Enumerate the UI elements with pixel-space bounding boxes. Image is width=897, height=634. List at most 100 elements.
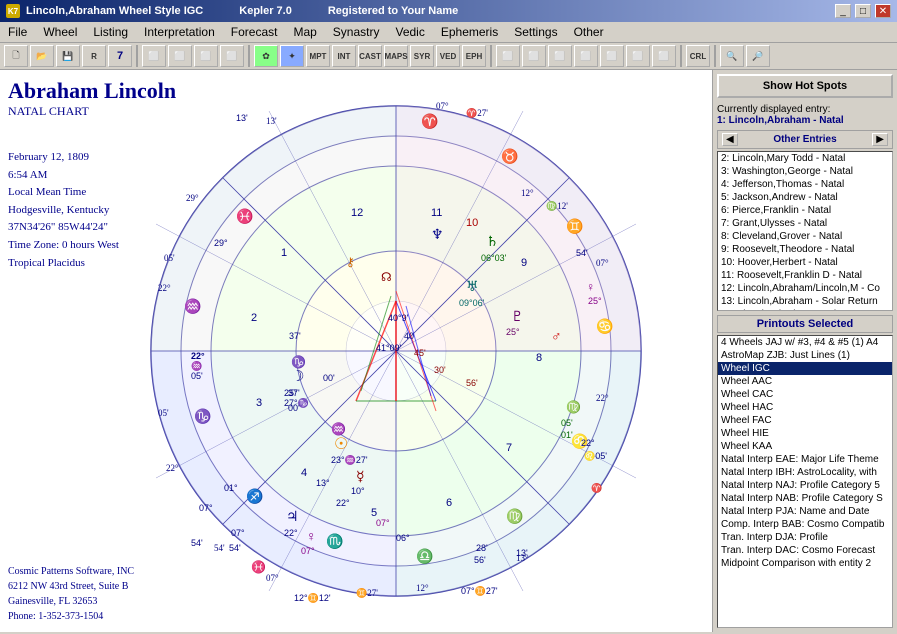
toolbar-comp[interactable]: R (82, 45, 106, 67)
toolbar-new[interactable]: 🗋 (4, 45, 28, 67)
toolbar-save[interactable]: 💾 (56, 45, 80, 67)
menu-map[interactable]: Map (289, 24, 320, 40)
svg-text:05': 05' (191, 371, 203, 381)
svg-text:6: 6 (446, 497, 452, 509)
printout-item[interactable]: Natal Interp NAB: Profile Category S (718, 492, 892, 505)
other-entries-header: ◀ Other Entries ▶ (717, 130, 893, 149)
toolbar-crl[interactable]: CRL (686, 45, 710, 67)
svg-text:11: 11 (431, 207, 442, 219)
chart-footer: Cosmic Patterns Software, INC 6212 NW 43… (8, 564, 134, 624)
minimize-button[interactable]: _ (835, 4, 851, 18)
menu-file[interactable]: File (4, 24, 31, 40)
toolbar-extra3[interactable]: ⬜ (548, 45, 572, 67)
entry-item[interactable]: 7: Grant,Ulysses - Natal (718, 217, 892, 230)
svg-text:07°: 07° (231, 528, 245, 538)
entry-item[interactable]: 8: Cleveland,Grover - Natal (718, 230, 892, 243)
toolbar-syr[interactable]: SYR (410, 45, 434, 67)
svg-text:12°: 12° (521, 188, 534, 198)
svg-text:37': 37' (288, 388, 300, 398)
maximize-button[interactable]: □ (855, 4, 871, 18)
toolbar-eph[interactable]: EPH (462, 45, 486, 67)
svg-text:22°: 22° (336, 498, 350, 508)
svg-text:♃: ♃ (286, 510, 299, 525)
printout-item[interactable]: Comp. Interp BAB: Cosmo Compatib (718, 518, 892, 531)
natal-wheel: ♈ ♉ ♊ ♋ ♌ ♍ ♎ ♏ ♐ ♑ ♒ (136, 91, 656, 611)
entry-item[interactable]: 9: Roosevelt,Theodore - Natal (718, 243, 892, 256)
entry-item[interactable]: 3: Washington,George - Natal (718, 165, 892, 178)
menu-ephemeris[interactable]: Ephemeris (437, 24, 502, 40)
toolbar-7[interactable]: 7 (108, 45, 132, 67)
toolbar-extra2[interactable]: ⬜ (522, 45, 546, 67)
entry-item[interactable]: 2: Lincoln,Mary Todd - Natal (718, 152, 892, 165)
entries-list[interactable]: 2: Lincoln,Mary Todd - Natal3: Washingto… (717, 151, 893, 311)
toolbar-open[interactable]: 📂 (30, 45, 54, 67)
printout-item[interactable]: Wheel HIE (718, 427, 892, 440)
printouts-list[interactable]: 4 Wheels JAJ w/ #3, #4 & #5 (1) A4AstroM… (717, 335, 893, 628)
menu-other[interactable]: Other (570, 24, 608, 40)
toolbar-maps[interactable]: MAPS (384, 45, 408, 67)
printout-item[interactable]: Wheel IGC (718, 362, 892, 375)
toolbar-extra1[interactable]: ⬜ (496, 45, 520, 67)
svg-text:♀: ♀ (306, 530, 317, 545)
menu-vedic[interactable]: Vedic (391, 24, 428, 40)
toolbar-extra7[interactable]: ⬜ (652, 45, 676, 67)
printout-item[interactable]: Wheel AAC (718, 375, 892, 388)
printout-item[interactable]: Wheel CAC (718, 388, 892, 401)
entry-item[interactable]: 13: Lincoln,Abraham - Solar Return (718, 295, 892, 308)
printout-item[interactable]: Midpoint Comparison with entity 2 (718, 557, 892, 570)
printout-item[interactable]: Natal Interp EAE: Major Life Theme (718, 453, 892, 466)
printout-item[interactable]: Natal Interp NAJ: Profile Category 5 (718, 479, 892, 492)
close-button[interactable]: ✕ (875, 4, 891, 18)
chart-time: 6:54 AM (8, 167, 176, 185)
svg-text:♈27': ♈27' (466, 107, 488, 118)
entry-item[interactable]: 12: Lincoln,Abraham/Lincoln,M - Co (718, 282, 892, 295)
entry-item[interactable]: 4: Jefferson,Thomas - Natal (718, 178, 892, 191)
toolbar-chart2[interactable]: ⬜ (168, 45, 192, 67)
printout-item[interactable]: Wheel HAC (718, 401, 892, 414)
hot-spots-button[interactable]: Show Hot Spots (717, 74, 893, 98)
title-bar: K7 Lincoln,Abraham Wheel Style IGC Keple… (0, 0, 897, 22)
toolbar-aspects[interactable]: ✦ (280, 45, 304, 67)
printout-item[interactable]: Wheel KAA (718, 440, 892, 453)
entry-item[interactable]: 11: Roosevelt,Franklin D - Natal (718, 269, 892, 282)
menu-listing[interactable]: Listing (89, 24, 132, 40)
printout-item[interactable]: Tran. Interp DJA: Profile (718, 531, 892, 544)
company-name: Cosmic Patterns Software, INC (8, 564, 134, 579)
toolbar-sep4 (680, 45, 682, 67)
menu-interpretation[interactable]: Interpretation (140, 24, 219, 40)
company-phone: Phone: 1-352-373-1504 (8, 609, 134, 624)
printout-item[interactable]: 4 Wheels JAJ w/ #3, #4 & #5 (1) A4 (718, 336, 892, 349)
toolbar-search[interactable]: 🔍 (720, 45, 744, 67)
toolbar-chart3[interactable]: ⬜ (194, 45, 218, 67)
toolbar-extra5[interactable]: ⬜ (600, 45, 624, 67)
toolbar-chart1[interactable]: ⬜ (142, 45, 166, 67)
toolbar-cast[interactable]: CAST (358, 45, 382, 67)
right-panel: Show Hot Spots Currently displayed entry… (712, 70, 897, 632)
entries-prev-button[interactable]: ◀ (722, 133, 738, 146)
toolbar-planets[interactable]: ✿ (254, 45, 278, 67)
toolbar-extra4[interactable]: ⬜ (574, 45, 598, 67)
entries-next-button[interactable]: ▶ (872, 133, 888, 146)
entry-item[interactable]: 10: Hoover,Herbert - Natal (718, 256, 892, 269)
menu-synastry[interactable]: Synastry (329, 24, 384, 40)
printout-item[interactable]: Natal Interp IBH: AstroLocality, with (718, 466, 892, 479)
entry-item[interactable]: 14: Lincoln,Abraham - Solar Return (718, 308, 892, 311)
toolbar-zoom[interactable]: 🔎 (746, 45, 770, 67)
toolbar-ved[interactable]: VED (436, 45, 460, 67)
printout-item[interactable]: Wheel FAC (718, 414, 892, 427)
toolbar-extra6[interactable]: ⬜ (626, 45, 650, 67)
toolbar-mpt[interactable]: MPT (306, 45, 330, 67)
printout-item[interactable]: AstroMap ZJB: Just Lines (1) (718, 349, 892, 362)
entry-item[interactable]: 5: Jackson,Andrew - Natal (718, 191, 892, 204)
svg-text:7: 7 (506, 442, 512, 454)
printout-item[interactable]: Natal Interp PJA: Name and Date (718, 505, 892, 518)
svg-text:♊: ♊ (566, 218, 583, 235)
toolbar-int[interactable]: INT (332, 45, 356, 67)
menu-wheel[interactable]: Wheel (39, 24, 81, 40)
entry-item[interactable]: 6: Pierce,Franklin - Natal (718, 204, 892, 217)
current-entry-section: Currently displayed entry: 1: Lincoln,Ab… (713, 102, 897, 128)
toolbar-chart4[interactable]: ⬜ (220, 45, 244, 67)
printout-item[interactable]: Tran. Interp DAC: Cosmo Forecast (718, 544, 892, 557)
menu-settings[interactable]: Settings (510, 24, 561, 40)
menu-forecast[interactable]: Forecast (227, 24, 282, 40)
